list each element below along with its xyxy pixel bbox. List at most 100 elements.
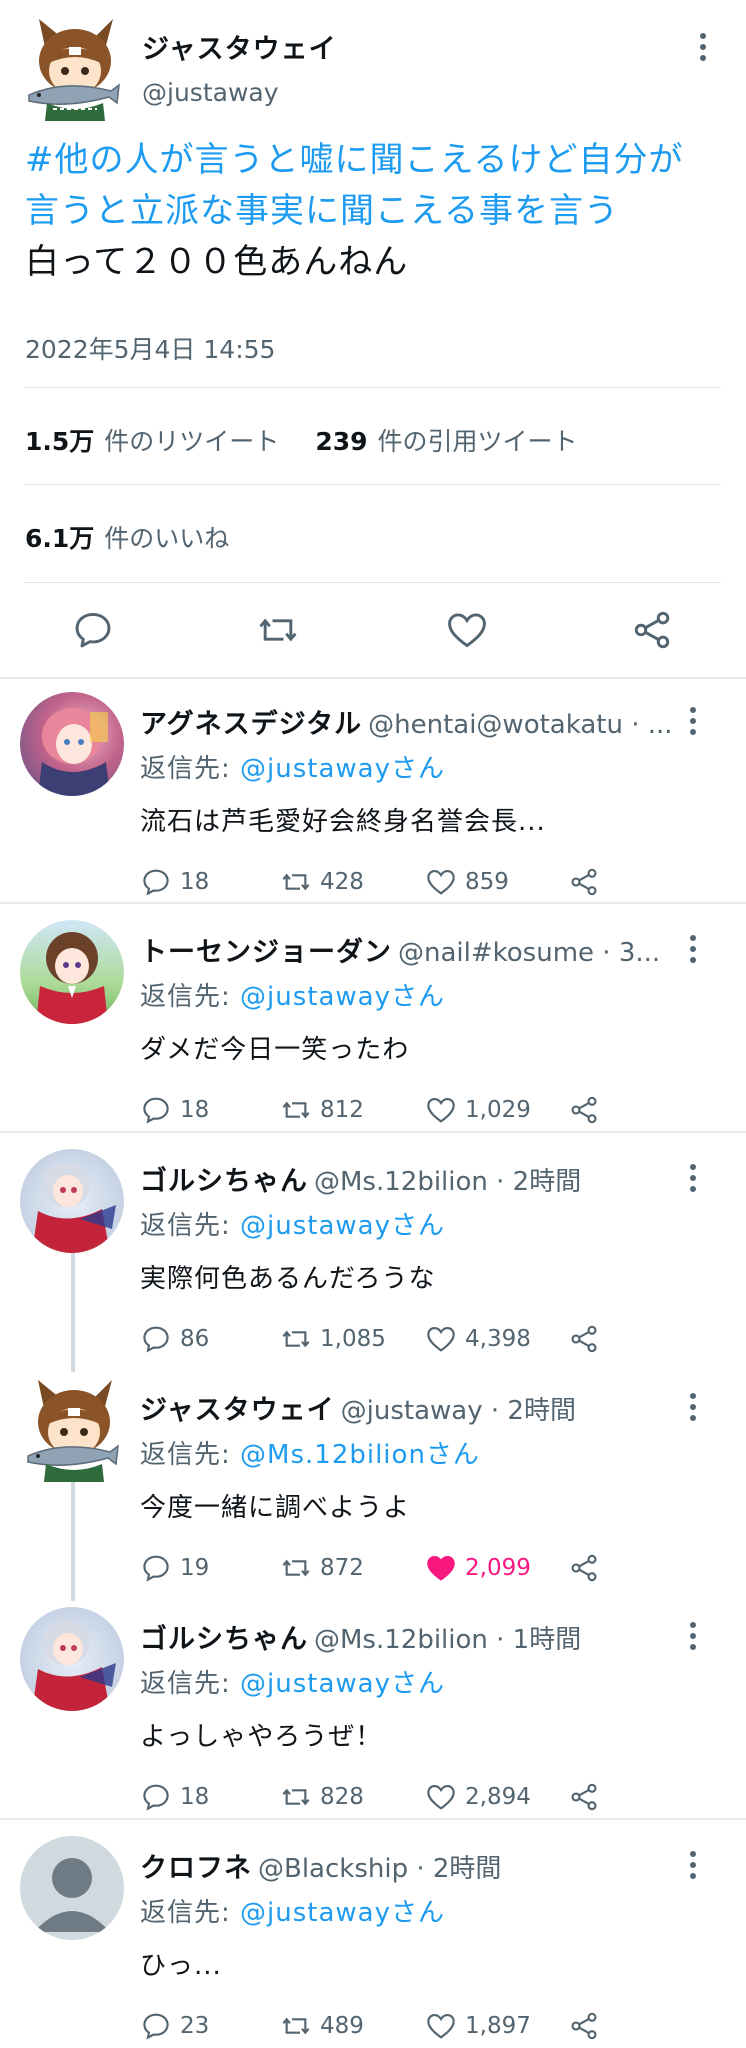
like-button[interactable]: 859 <box>425 862 509 902</box>
replying-to: 返信先: @justawayさん <box>140 976 445 1013</box>
share-button[interactable] <box>568 2006 600 2046</box>
mention-link[interactable]: @justawayさん <box>240 1898 445 1928</box>
reply-author-meta[interactable]: @hentai@wotakatu · ... <box>368 710 670 740</box>
like-icon <box>427 1784 455 1810</box>
more-options-icon[interactable] <box>678 932 708 966</box>
share-icon <box>571 1783 597 1811</box>
reply-author-name[interactable]: アグネスデジタル <box>140 709 362 740</box>
reply-text: よっしゃやろうぜ！ <box>140 1722 383 1752</box>
like-filled-icon <box>427 1555 455 1581</box>
reply-author-meta[interactable]: @Ms.12bilion · 1時間 <box>314 1625 581 1655</box>
like-button[interactable]: 1,897 <box>425 2006 531 2046</box>
reply-button[interactable]: 18 <box>140 862 209 902</box>
retweet-button[interactable]: 828 <box>280 1777 364 1817</box>
author-handle[interactable]: @justaway <box>142 78 279 107</box>
reply-text: 流石は芦毛愛好会終身名誉会長... <box>140 807 546 837</box>
reply-tweet[interactable]: ゴルシちゃん @Ms.12bilion · 1時間 返信先: @justawayさ… <box>0 1605 746 1820</box>
mention-link[interactable]: @justawayさん <box>240 982 445 1012</box>
divider <box>0 677 746 679</box>
like-button[interactable]: 2,099 <box>425 1548 531 1588</box>
reply-tweet[interactable]: ジャスタウェイ @justaway · 2時間 返信先: @Ms.12bilion… <box>0 1376 746 1596</box>
reply-tweet[interactable]: アグネスデジタル @hentai@wotakatu · ... 返信先: @jus… <box>0 690 746 902</box>
retweet-button[interactable]: 428 <box>280 862 364 902</box>
replying-to-label: 返信先: <box>140 1211 241 1241</box>
share-icon[interactable] <box>630 608 674 652</box>
mention-link[interactable]: @Ms.12bilionさん <box>240 1440 480 1470</box>
author-avatar[interactable] <box>25 17 121 121</box>
retweet-button[interactable]: 812 <box>280 1090 364 1130</box>
reply-button[interactable]: 19 <box>140 1548 209 1588</box>
more-options-icon[interactable] <box>678 1619 708 1653</box>
default-avatar-icon[interactable] <box>20 1836 124 1940</box>
reply-author-meta[interactable]: @justaway · 2時間 <box>341 1396 576 1426</box>
share-button[interactable] <box>568 1319 600 1359</box>
quotes-label[interactable]: 件の引用ツイート <box>378 422 578 458</box>
likes-label[interactable]: 件のいいね <box>104 519 229 555</box>
reply-author-meta[interactable]: @Blackship · 2時間 <box>258 1854 501 1884</box>
reply-author-name[interactable]: ゴルシちゃん <box>140 1166 308 1197</box>
like-button[interactable]: 4,398 <box>425 1319 531 1359</box>
divider <box>0 1131 746 1133</box>
reply-tweet[interactable]: トーセンジョーダン @nail#kosume · 3... 返信先: @justa… <box>0 918 746 1130</box>
hashtag-link-continued[interactable]: 言うと立派な事実に聞こえる事を言う <box>25 186 725 237</box>
reply-avatar[interactable] <box>20 692 124 796</box>
reply-author-name[interactable]: クロフネ <box>140 1853 252 1884</box>
reply-header: ジャスタウェイ @justaway · 2時間 <box>140 1388 670 1427</box>
mention-link[interactable]: @justawayさん <box>240 1669 445 1699</box>
reply-button[interactable]: 86 <box>140 1319 209 1359</box>
reply-author-name[interactable]: ゴルシちゃん <box>140 1624 308 1655</box>
reply-author-meta[interactable]: @Ms.12bilion · 2時間 <box>314 1167 581 1197</box>
like-icon[interactable] <box>445 608 489 652</box>
reply-avatar[interactable] <box>20 1378 124 1482</box>
retweet-count: 872 <box>320 1555 364 1581</box>
divider <box>25 484 721 485</box>
hashtag-link[interactable]: #他の人が言うと嘘に聞こえるけど自分が <box>25 135 725 186</box>
reply-action-bar: 18 828 2,894 <box>140 1777 620 1817</box>
reply-header: トーセンジョーダン @nail#kosume · 3... <box>140 930 670 969</box>
share-button[interactable] <box>568 1777 600 1817</box>
share-button[interactable] <box>568 1090 600 1130</box>
reply-author-name[interactable]: トーセンジョーダン <box>140 937 392 968</box>
retweet-button[interactable]: 872 <box>280 1548 364 1588</box>
reply-count: 23 <box>180 2013 210 2039</box>
retweets-label[interactable]: 件のリツイート <box>104 422 279 458</box>
likes-count[interactable]: 6.1万 <box>25 519 94 555</box>
more-options-icon[interactable] <box>688 30 718 64</box>
retweet-count: 489 <box>320 2013 364 2039</box>
like-button[interactable]: 1,029 <box>425 1090 531 1130</box>
more-options-icon[interactable] <box>678 1161 708 1195</box>
mention-link[interactable]: @justawayさん <box>240 1211 445 1241</box>
more-options-icon[interactable] <box>678 1390 708 1424</box>
retweet-button[interactable]: 1,085 <box>280 1319 386 1359</box>
like-button[interactable]: 2,894 <box>425 1777 531 1817</box>
tweet-timestamp[interactable]: 2022年5月4日 14:55 <box>25 330 275 366</box>
retweets-count[interactable]: 1.5万 <box>25 422 94 458</box>
share-icon <box>571 2012 597 2040</box>
reply-button[interactable]: 23 <box>140 2006 209 2046</box>
replying-to: 返信先: @justawayさん <box>140 1205 445 1242</box>
reply-avatar[interactable] <box>20 920 124 1024</box>
reply-icon[interactable] <box>71 608 115 652</box>
share-button[interactable] <box>568 862 600 902</box>
reply-button[interactable]: 18 <box>140 1090 209 1130</box>
reply-tweet[interactable]: クロフネ @Blackship · 2時間 返信先: @justawayさん ひっ… <box>0 1834 746 2048</box>
quotes-count[interactable]: 239 <box>315 427 367 456</box>
share-button[interactable] <box>568 1548 600 1588</box>
more-options-icon[interactable] <box>678 1848 708 1882</box>
share-icon <box>571 1554 597 1582</box>
reply-tweet[interactable]: ゴルシちゃん @Ms.12bilion · 2時間 返信先: @justawayさ… <box>0 1147 746 1367</box>
mention-link[interactable]: @justawayさん <box>240 754 445 784</box>
more-options-icon[interactable] <box>678 704 708 738</box>
reply-avatar[interactable] <box>20 1607 124 1711</box>
reply-icon <box>143 1555 169 1582</box>
reply-author-name[interactable]: ジャスタウェイ <box>140 1395 335 1426</box>
reply-avatar[interactable] <box>20 1149 124 1253</box>
reply-count: 18 <box>180 1097 210 1123</box>
divider <box>25 387 721 388</box>
retweet-icon[interactable] <box>256 608 300 652</box>
reply-button[interactable]: 18 <box>140 1777 209 1817</box>
reply-author-meta[interactable]: @nail#kosume · 3... <box>398 938 660 968</box>
author-name[interactable]: ジャスタウェイ <box>142 27 337 66</box>
reply-action-bar: 23 489 1,897 <box>140 2006 620 2046</box>
retweet-button[interactable]: 489 <box>280 2006 364 2046</box>
